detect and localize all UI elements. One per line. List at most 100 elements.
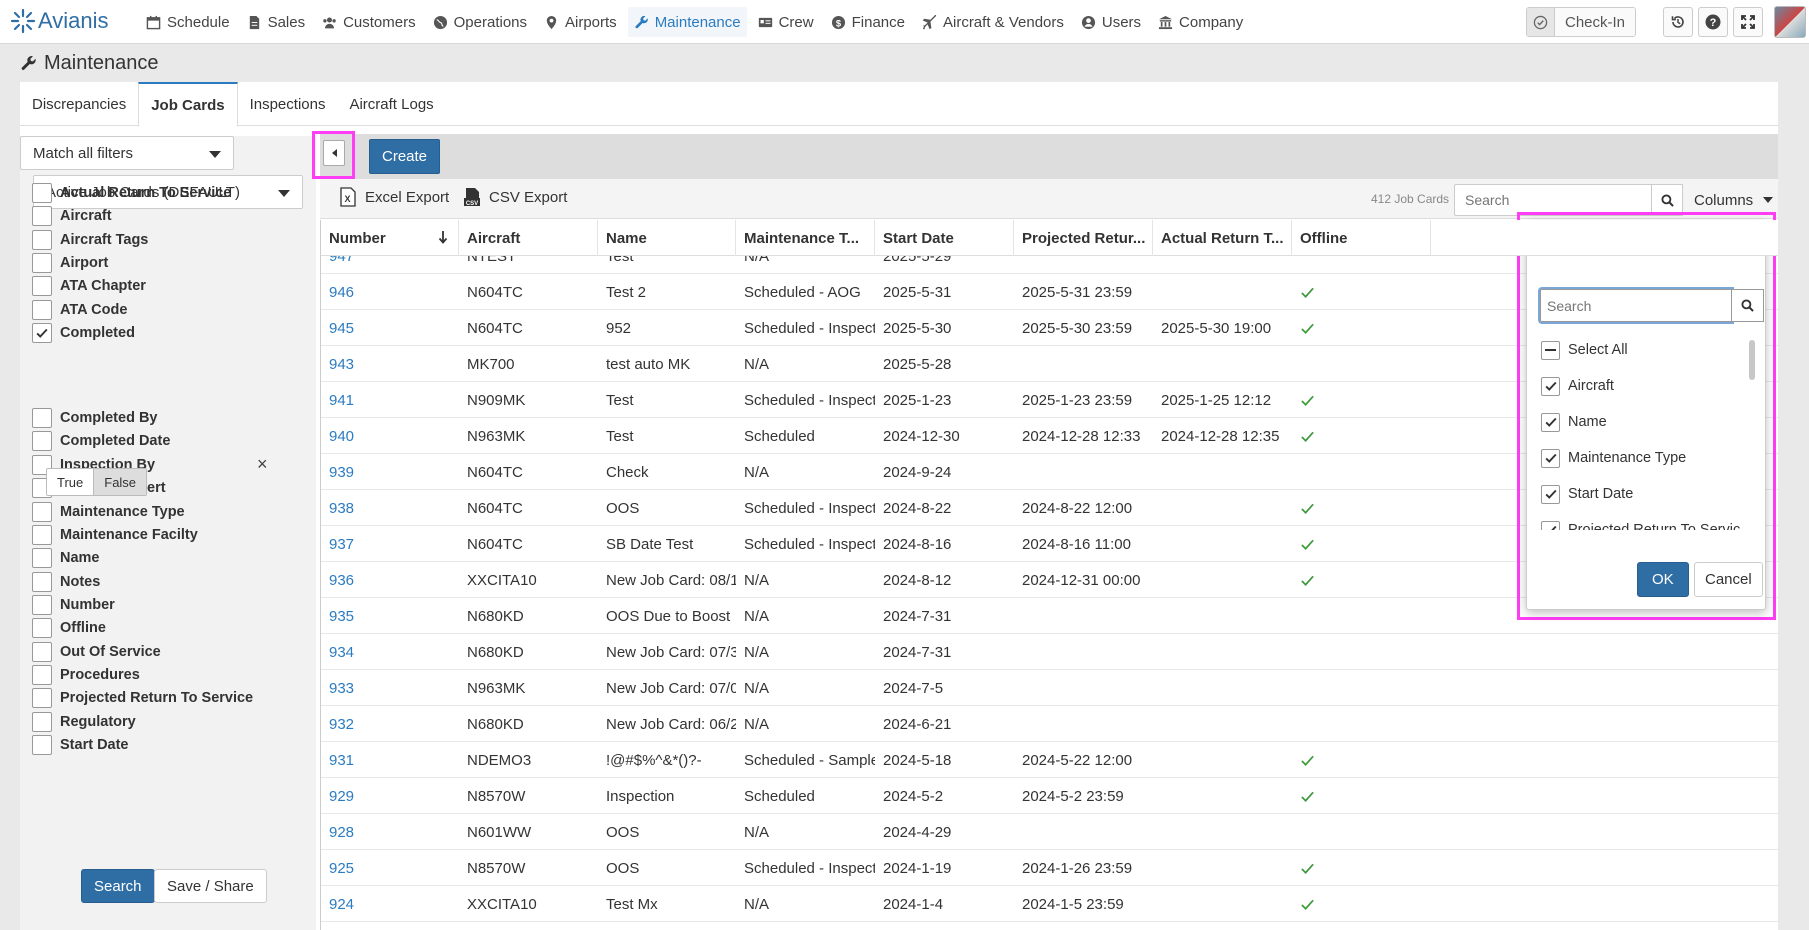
- table-row[interactable]: 934 N680KD New Job Card: 07/31/20 N/A 2024-7…: [321, 634, 1778, 670]
- number-cell[interactable]: 939: [321, 454, 459, 490]
- number-cell[interactable]: 945: [321, 310, 459, 346]
- column-search-button[interactable]: [1732, 289, 1764, 322]
- create-button[interactable]: Create: [369, 139, 441, 174]
- filter-field-completed-by[interactable]: Completed By: [32, 407, 158, 429]
- checkbox[interactable]: [32, 594, 52, 615]
- number-cell[interactable]: 946: [321, 274, 459, 310]
- checked-checkbox[interactable]: [32, 322, 52, 343]
- false-option-button[interactable]: False: [93, 469, 147, 495]
- tab-discrepancies[interactable]: Discrepancies: [20, 82, 138, 126]
- filter-field-airport[interactable]: Airport: [32, 252, 108, 274]
- column-option-name[interactable]: Name: [1541, 410, 1607, 434]
- nav-item-aircraft-vendors[interactable]: Aircraft & Vendors: [916, 7, 1070, 37]
- column-header-maintenance-t[interactable]: Maintenance T...: [736, 220, 875, 256]
- column-option-projected-return-to-service[interactable]: Projected Return To Service: [1541, 518, 1741, 530]
- match-mode-select[interactable]: Match all filters: [20, 136, 234, 170]
- filter-field-procedures[interactable]: Procedures: [32, 664, 140, 686]
- checkbox[interactable]: [32, 229, 52, 250]
- checked-checkbox[interactable]: [1541, 448, 1560, 468]
- number-cell[interactable]: 924: [321, 886, 459, 922]
- grid-search-button[interactable]: [1651, 184, 1683, 216]
- checkbox[interactable]: [32, 571, 52, 592]
- cancel-button[interactable]: Cancel: [1694, 562, 1763, 597]
- filter-field-aircraft-tags[interactable]: Aircraft Tags: [32, 229, 148, 251]
- number-cell[interactable]: 931: [321, 742, 459, 778]
- number-cell[interactable]: 932: [321, 706, 459, 742]
- checkbox[interactable]: [32, 641, 52, 662]
- checked-checkbox[interactable]: [1541, 376, 1560, 396]
- check-in-button[interactable]: Check-In: [1526, 7, 1637, 37]
- help-button[interactable]: ?: [1698, 7, 1728, 37]
- checked-checkbox[interactable]: [1541, 484, 1560, 504]
- table-row[interactable]: 932 N680KD New Job Card: 06/21/20 N/A 2024-6…: [321, 706, 1778, 742]
- filter-field-completed-date[interactable]: Completed Date: [32, 430, 170, 452]
- filter-field-number[interactable]: Number: [32, 594, 115, 616]
- indeterminate-checkbox[interactable]: [1541, 340, 1560, 360]
- table-row[interactable]: 924 XXCITA10 Test Mx N/A 2024-1-4 2024-1-5 23…: [321, 886, 1778, 922]
- checkbox[interactable]: [32, 548, 52, 569]
- checkbox[interactable]: [32, 431, 52, 452]
- column-header-offline[interactable]: Offline: [1292, 220, 1431, 256]
- checkbox[interactable]: [32, 206, 52, 227]
- filter-field-completed[interactable]: Completed: [32, 322, 135, 344]
- column-header-start-date[interactable]: Start Date: [875, 220, 1014, 256]
- checkbox[interactable]: [32, 252, 52, 273]
- filter-field-maintenance-type[interactable]: Maintenance Type: [32, 501, 185, 523]
- user-avatar[interactable]: [1774, 6, 1806, 38]
- filter-field-ata-code[interactable]: ATA Code: [32, 299, 127, 321]
- checked-checkbox[interactable]: [1541, 412, 1560, 432]
- filter-field-offline[interactable]: Offline: [32, 617, 106, 639]
- filter-field-projected-return-to-service[interactable]: Projected Return To Service: [32, 687, 253, 709]
- checked-checkbox[interactable]: [1541, 520, 1560, 530]
- column-option-aircraft[interactable]: Aircraft: [1541, 374, 1614, 398]
- columns-menu-button[interactable]: Columns: [1686, 184, 1774, 216]
- collapse-filters-button[interactable]: [323, 140, 345, 166]
- grid-search-input[interactable]: [1454, 184, 1652, 216]
- checkbox[interactable]: [32, 299, 52, 320]
- table-row[interactable]: 925 N8570W OOS Scheduled - Inspection 2024-1…: [321, 850, 1778, 886]
- checkbox[interactable]: [32, 183, 52, 203]
- table-row[interactable]: 933 N963MK New Job Card: 07/05/20 N/A 2024-7…: [321, 670, 1778, 706]
- table-row[interactable]: 929 N8570W Inspection Scheduled 2024-5-2 2024…: [321, 778, 1778, 814]
- nav-item-maintenance[interactable]: Maintenance: [627, 7, 747, 37]
- number-cell[interactable]: 938: [321, 490, 459, 526]
- column-list-scrollbar[interactable]: [1749, 340, 1755, 380]
- select-all-option[interactable]: Select All: [1541, 338, 1628, 362]
- search-button[interactable]: Search: [81, 869, 155, 903]
- tab-aircraft-logs[interactable]: Aircraft Logs: [337, 82, 445, 126]
- nav-item-schedule[interactable]: Schedule: [140, 7, 236, 37]
- column-header-projected-retur[interactable]: Projected Retur...: [1014, 220, 1153, 256]
- tab-job-cards[interactable]: Job Cards: [138, 82, 238, 127]
- number-cell[interactable]: 929: [321, 778, 459, 814]
- filter-field-name[interactable]: Name: [32, 547, 100, 569]
- checkbox[interactable]: [32, 735, 52, 755]
- filter-field-aircraft[interactable]: Aircraft: [32, 205, 112, 227]
- nav-item-sales[interactable]: Sales: [241, 7, 312, 37]
- number-cell[interactable]: 937: [321, 526, 459, 562]
- filter-field-ata-chapter[interactable]: ATA Chapter: [32, 275, 146, 297]
- checkbox[interactable]: [32, 408, 52, 429]
- save-share-button[interactable]: Save / Share: [154, 869, 267, 903]
- filter-field-out-of-service[interactable]: Out Of Service: [32, 641, 161, 663]
- number-cell[interactable]: 943: [321, 346, 459, 382]
- filter-field-maintenance-facilty[interactable]: Maintenance Facilty: [32, 524, 198, 546]
- remove-filter-icon[interactable]: ×: [257, 454, 268, 475]
- checkbox[interactable]: [32, 524, 52, 545]
- csv-export-button[interactable]: CSV CSV Export: [463, 187, 567, 207]
- checkbox[interactable]: [32, 711, 52, 732]
- nav-item-users[interactable]: Users: [1075, 7, 1147, 37]
- column-header-aircraft[interactable]: Aircraft: [459, 220, 598, 256]
- column-option-maintenance-type[interactable]: Maintenance Type: [1541, 446, 1686, 470]
- column-search-input[interactable]: [1538, 287, 1734, 324]
- number-cell[interactable]: 933: [321, 670, 459, 706]
- column-option-start-date[interactable]: Start Date: [1541, 482, 1633, 506]
- nav-item-airports[interactable]: Airports: [538, 7, 623, 37]
- ok-button[interactable]: OK: [1637, 562, 1689, 597]
- app-logo[interactable]: Avianis: [10, 8, 109, 34]
- fullscreen-button[interactable]: [1733, 7, 1763, 37]
- true-option-button[interactable]: True: [47, 469, 94, 495]
- checkbox[interactable]: [32, 688, 52, 709]
- nav-item-crew[interactable]: Crew: [752, 7, 820, 37]
- checkbox[interactable]: [32, 501, 52, 522]
- number-cell[interactable]: 928: [321, 814, 459, 850]
